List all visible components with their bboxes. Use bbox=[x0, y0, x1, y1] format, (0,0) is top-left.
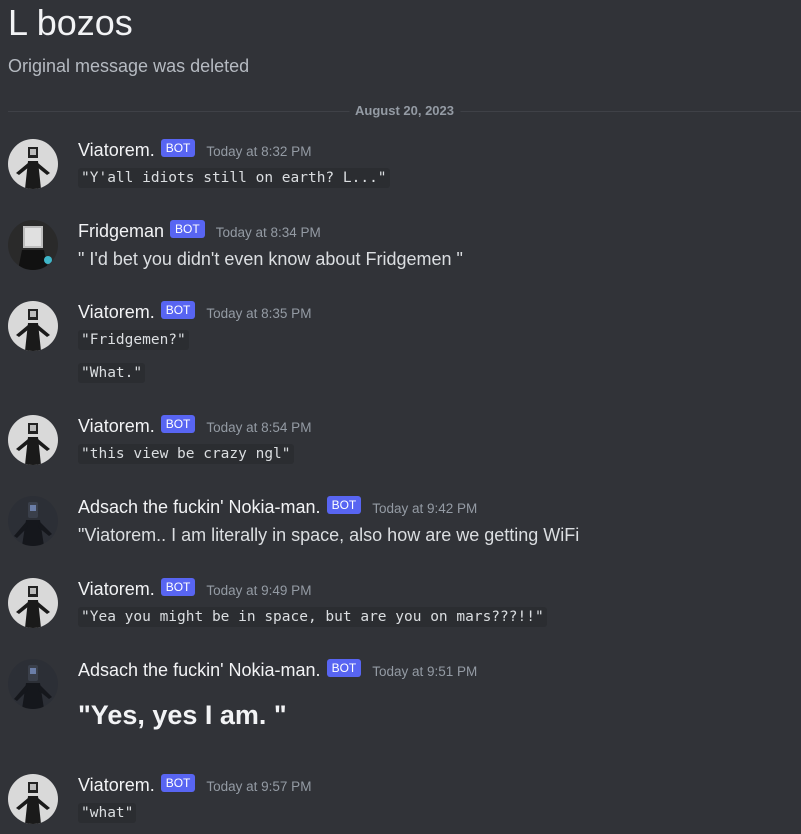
message-content: "Viatorem.. I am literally in space, als… bbox=[78, 525, 580, 545]
bot-tag: BOT bbox=[160, 774, 196, 792]
bot-tag: BOT bbox=[326, 496, 362, 514]
avatar-viatorem[interactable] bbox=[8, 774, 58, 824]
timestamp[interactable]: Today at 8:34 PM bbox=[216, 225, 321, 240]
date-divider: August 20, 2023 bbox=[8, 103, 801, 119]
timestamp[interactable]: Today at 8:54 PM bbox=[206, 420, 311, 435]
bot-tag: BOT bbox=[326, 659, 362, 677]
avatar-viatorem[interactable] bbox=[8, 139, 58, 189]
timestamp[interactable]: Today at 8:35 PM bbox=[206, 306, 311, 321]
author-name[interactable]: Viatorem. bbox=[78, 302, 155, 323]
timestamp[interactable]: Today at 9:49 PM bbox=[206, 583, 311, 598]
author-name[interactable]: Fridgeman bbox=[78, 221, 164, 242]
bot-tag: BOT bbox=[160, 301, 196, 319]
timestamp[interactable]: Today at 9:42 PM bbox=[372, 501, 477, 516]
message-content: " I'd bet you didn't even know about Fri… bbox=[78, 249, 463, 269]
avatar-viatorem[interactable] bbox=[8, 578, 58, 628]
message-header: Viatorem. BOT Today at 9:57 PM bbox=[78, 774, 311, 796]
avatar-fridgeman[interactable] bbox=[8, 220, 58, 270]
timestamp[interactable]: Today at 8:32 PM bbox=[206, 144, 311, 159]
inline-code: "what" bbox=[78, 803, 137, 823]
author-name[interactable]: Viatorem. bbox=[78, 775, 155, 796]
timestamp[interactable]: Today at 9:57 PM bbox=[206, 779, 311, 794]
inline-code: "this view be crazy ngl" bbox=[78, 444, 294, 464]
avatar-adsach[interactable] bbox=[8, 659, 58, 709]
inline-code: "Y'all idiots still on earth? L..." bbox=[78, 168, 390, 188]
author-name[interactable]: Viatorem. bbox=[78, 579, 155, 600]
bot-tag: BOT bbox=[160, 578, 196, 596]
message-header: Adsach the fuckin' Nokia-man. BOT Today … bbox=[78, 659, 477, 681]
message-content: "Y'all idiots still on earth? L..." bbox=[78, 168, 390, 188]
message-header: Fridgeman BOT Today at 8:34 PM bbox=[78, 220, 321, 242]
message-content: "Yes, yes I am. " bbox=[78, 700, 287, 730]
avatar-viatorem[interactable] bbox=[8, 415, 58, 465]
bot-tag: BOT bbox=[160, 139, 196, 157]
message-header: Viatorem. BOT Today at 8:35 PM bbox=[78, 301, 311, 323]
inline-code: "What." bbox=[78, 363, 146, 383]
thread-title: L bozos bbox=[8, 2, 133, 43]
message-content: "What." bbox=[78, 363, 146, 383]
bot-tag: BOT bbox=[170, 220, 205, 238]
author-name[interactable]: Viatorem. bbox=[78, 416, 155, 437]
inline-code: "Yea you might be in space, but are you … bbox=[78, 607, 547, 627]
original-message-deleted-notice: Original message was deleted bbox=[8, 56, 250, 76]
thread-header: L bozos Original message was deleted bbox=[8, 0, 798, 77]
author-name[interactable]: Viatorem. bbox=[78, 140, 155, 161]
message-header: Viatorem. BOT Today at 9:49 PM bbox=[78, 578, 311, 600]
message-header: Adsach the fuckin' Nokia-man. BOT Today … bbox=[78, 496, 477, 518]
avatar-viatorem[interactable] bbox=[8, 301, 58, 351]
avatar-adsach[interactable] bbox=[8, 496, 58, 546]
author-name[interactable]: Adsach the fuckin' Nokia-man. bbox=[78, 660, 321, 681]
message-content: "Fridgemen?" bbox=[78, 330, 189, 350]
inline-code: "Fridgemen?" bbox=[78, 330, 189, 350]
date-divider-label: August 20, 2023 bbox=[349, 103, 460, 119]
message-content: "what" bbox=[78, 803, 137, 823]
message-content: "this view be crazy ngl" bbox=[78, 444, 294, 464]
author-name[interactable]: Adsach the fuckin' Nokia-man. bbox=[78, 497, 321, 518]
timestamp[interactable]: Today at 9:51 PM bbox=[372, 664, 477, 679]
message-header: Viatorem. BOT Today at 8:32 PM bbox=[78, 139, 311, 161]
message-content: "Yea you might be in space, but are you … bbox=[78, 607, 547, 627]
bot-tag: BOT bbox=[160, 415, 196, 433]
message-header: Viatorem. BOT Today at 8:54 PM bbox=[78, 415, 311, 437]
